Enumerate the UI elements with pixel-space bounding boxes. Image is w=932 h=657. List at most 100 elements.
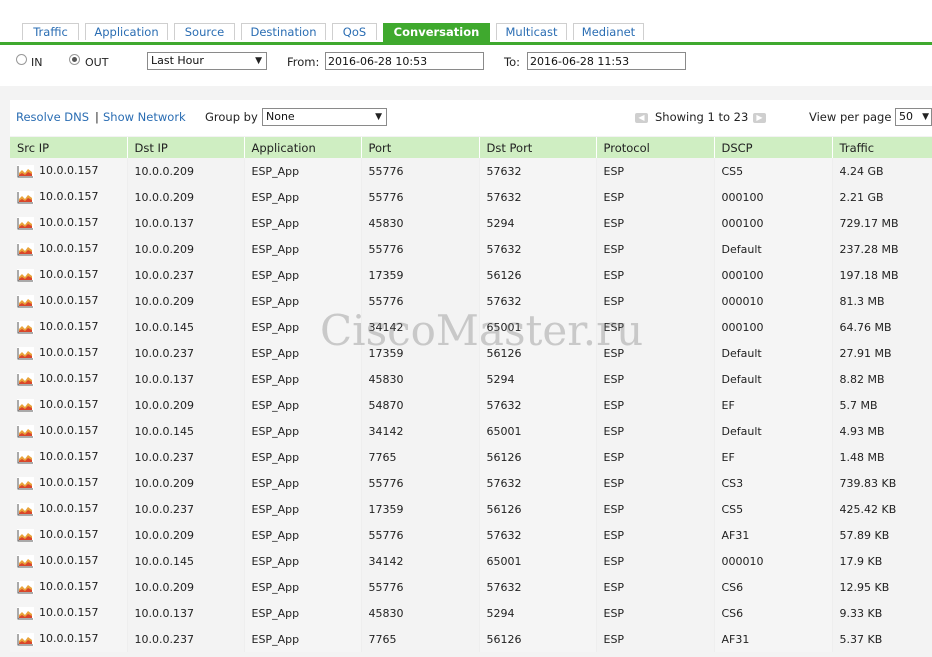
table-row[interactable]: 10.0.0.157 10.0.0.209 ESP_App 55776 57632 ESP… <box>10 522 932 548</box>
direction-out-radio[interactable] <box>69 54 80 65</box>
src-ip-value: 10.0.0.157 <box>39 424 99 438</box>
area-chart-icon[interactable] <box>17 320 34 334</box>
cell-dst-port: 65001 <box>479 548 597 574</box>
table-row[interactable]: 10.0.0.157 10.0.0.237 ESP_App 7765 56126 ESP A… <box>10 626 932 652</box>
resolve-dns-link[interactable]: Resolve DNS <box>16 110 89 124</box>
table-row[interactable]: 10.0.0.157 10.0.0.209 ESP_App 55776 57632 ESP… <box>10 574 932 600</box>
area-chart-icon[interactable] <box>17 424 34 438</box>
column-header-dst-port[interactable]: Dst Port <box>479 137 597 158</box>
table-row[interactable]: 10.0.0.157 10.0.0.237 ESP_App 7765 56126 ESP E… <box>10 444 932 470</box>
area-chart-icon[interactable] <box>17 216 34 230</box>
group-by-label: Group by <box>205 110 258 124</box>
area-chart-icon[interactable] <box>17 164 34 178</box>
area-chart-icon[interactable] <box>17 372 34 386</box>
cell-application: ESP_App <box>244 626 362 652</box>
table-row[interactable]: 10.0.0.157 10.0.0.145 ESP_App 34142 65001 ESP… <box>10 418 932 444</box>
table-row[interactable]: 10.0.0.157 10.0.0.137 ESP_App 45830 5294 ESP C… <box>10 600 932 626</box>
column-header-src-ip[interactable]: Src IP <box>10 137 128 158</box>
area-chart-icon[interactable] <box>17 398 34 412</box>
table-row[interactable]: 10.0.0.157 10.0.0.145 ESP_App 34142 65001 ESP… <box>10 314 932 340</box>
cell-port: 45830 <box>361 210 480 236</box>
area-chart-icon[interactable] <box>17 190 34 204</box>
area-chart-icon[interactable] <box>17 580 34 594</box>
cell-dst-port: 57632 <box>479 288 597 314</box>
cell-traffic: 5.7 MB <box>832 392 932 418</box>
area-chart-icon[interactable] <box>17 554 34 568</box>
tab-destination[interactable]: Destination <box>241 23 326 40</box>
column-header-dscp[interactable]: DSCP <box>714 137 833 158</box>
table-row[interactable]: 10.0.0.157 10.0.0.145 ESP_App 34142 65001 ESP… <box>10 548 932 574</box>
area-chart-icon[interactable] <box>17 268 34 282</box>
area-chart-icon[interactable] <box>17 476 34 490</box>
cell-dst-port: 57632 <box>479 574 597 600</box>
to-date-input[interactable] <box>527 52 686 70</box>
tab-traffic[interactable]: Traffic <box>22 23 79 40</box>
area-chart-icon[interactable] <box>17 346 34 360</box>
area-chart-icon[interactable] <box>17 450 34 464</box>
tab-application[interactable]: Application <box>85 23 168 40</box>
cell-dscp: Default <box>714 340 833 366</box>
cell-src-ip: 10.0.0.157 <box>10 444 128 470</box>
tab-multicast[interactable]: Multicast <box>496 23 567 40</box>
period-select[interactable]: Last Hour ▼ <box>147 52 267 70</box>
table-row[interactable]: 10.0.0.157 10.0.0.237 ESP_App 17359 56126 ESP… <box>10 340 932 366</box>
area-chart-icon[interactable] <box>17 294 34 308</box>
table-row[interactable]: 10.0.0.157 10.0.0.209 ESP_App 55776 57632 ESP… <box>10 158 932 184</box>
cell-dst-port: 56126 <box>479 340 597 366</box>
cell-dscp: 000100 <box>714 314 833 340</box>
column-header-application[interactable]: Application <box>244 137 362 158</box>
cell-dst-ip: 10.0.0.137 <box>127 600 245 626</box>
column-header-port[interactable]: Port <box>361 137 480 158</box>
cell-dst-ip: 10.0.0.209 <box>127 288 245 314</box>
cell-application: ESP_App <box>244 496 362 522</box>
table-row[interactable]: 10.0.0.157 10.0.0.237 ESP_App 17359 56126 ESP… <box>10 496 932 522</box>
tab-conversation[interactable]: Conversation <box>383 23 490 42</box>
area-chart-icon[interactable] <box>17 502 34 516</box>
tab-qos[interactable]: QoS <box>332 23 377 40</box>
column-header-protocol[interactable]: Protocol <box>596 137 715 158</box>
area-chart-icon[interactable] <box>17 528 34 542</box>
cell-dscp: 000010 <box>714 548 833 574</box>
src-ip-value: 10.0.0.157 <box>39 450 99 464</box>
table-row[interactable]: 10.0.0.157 10.0.0.209 ESP_App 54870 57632 ESP… <box>10 392 932 418</box>
table-row[interactable]: 10.0.0.157 10.0.0.237 ESP_App 17359 56126 ESP… <box>10 262 932 288</box>
table-row[interactable]: 10.0.0.157 10.0.0.209 ESP_App 55776 57632 ESP… <box>10 184 932 210</box>
cell-dscp: Default <box>714 366 833 392</box>
table-row[interactable]: 10.0.0.157 10.0.0.137 ESP_App 45830 5294 ESP D… <box>10 366 932 392</box>
table-row[interactable]: 10.0.0.157 10.0.0.137 ESP_App 45830 5294 ESP 0… <box>10 210 932 236</box>
cell-src-ip: 10.0.0.157 <box>10 366 128 392</box>
cell-port: 55776 <box>361 574 480 600</box>
cell-port: 7765 <box>361 626 480 652</box>
cell-dst-ip: 10.0.0.209 <box>127 158 245 184</box>
cell-traffic: 12.95 KB <box>832 574 932 600</box>
cell-application: ESP_App <box>244 210 362 236</box>
cell-dscp: 000010 <box>714 288 833 314</box>
cell-dst-port: 57632 <box>479 158 597 184</box>
report-tabs: Traffic Application Source Destination Q… <box>0 23 932 45</box>
area-chart-icon[interactable] <box>17 606 34 620</box>
tab-medianet[interactable]: Medianet <box>573 23 644 40</box>
column-header-dst-ip[interactable]: Dst IP <box>127 137 245 158</box>
cell-src-ip: 10.0.0.157 <box>10 236 128 262</box>
tab-source[interactable]: Source <box>174 23 235 40</box>
next-page-icon[interactable]: ▶ <box>753 113 766 123</box>
cell-protocol: ESP <box>596 366 715 392</box>
table-row[interactable]: 10.0.0.157 10.0.0.209 ESP_App 55776 57632 ESP… <box>10 470 932 496</box>
area-chart-icon[interactable] <box>17 632 34 646</box>
from-date-input[interactable] <box>325 52 484 70</box>
area-chart-icon[interactable] <box>17 242 34 256</box>
period-select-value: Last Hour <box>151 54 204 67</box>
show-network-link[interactable]: Show Network <box>103 110 186 124</box>
table-row[interactable]: 10.0.0.157 10.0.0.209 ESP_App 55776 57632 ESP… <box>10 236 932 262</box>
cell-protocol: ESP <box>596 184 715 210</box>
cell-protocol: ESP <box>596 262 715 288</box>
view-per-page-select[interactable]: 50 ▼ <box>895 108 932 126</box>
direction-in-radio[interactable] <box>16 54 27 65</box>
cell-src-ip: 10.0.0.157 <box>10 496 128 522</box>
showing-range: Showing 1 to 23 <box>655 110 749 124</box>
group-by-select[interactable]: None ▼ <box>262 108 387 126</box>
table-row[interactable]: 10.0.0.157 10.0.0.209 ESP_App 55776 57632 ESP… <box>10 288 932 314</box>
dropdown-arrow-icon: ▼ <box>375 112 382 122</box>
column-header-traffic[interactable]: Traffic <box>832 137 932 158</box>
prev-page-icon[interactable]: ◀ <box>635 113 648 123</box>
